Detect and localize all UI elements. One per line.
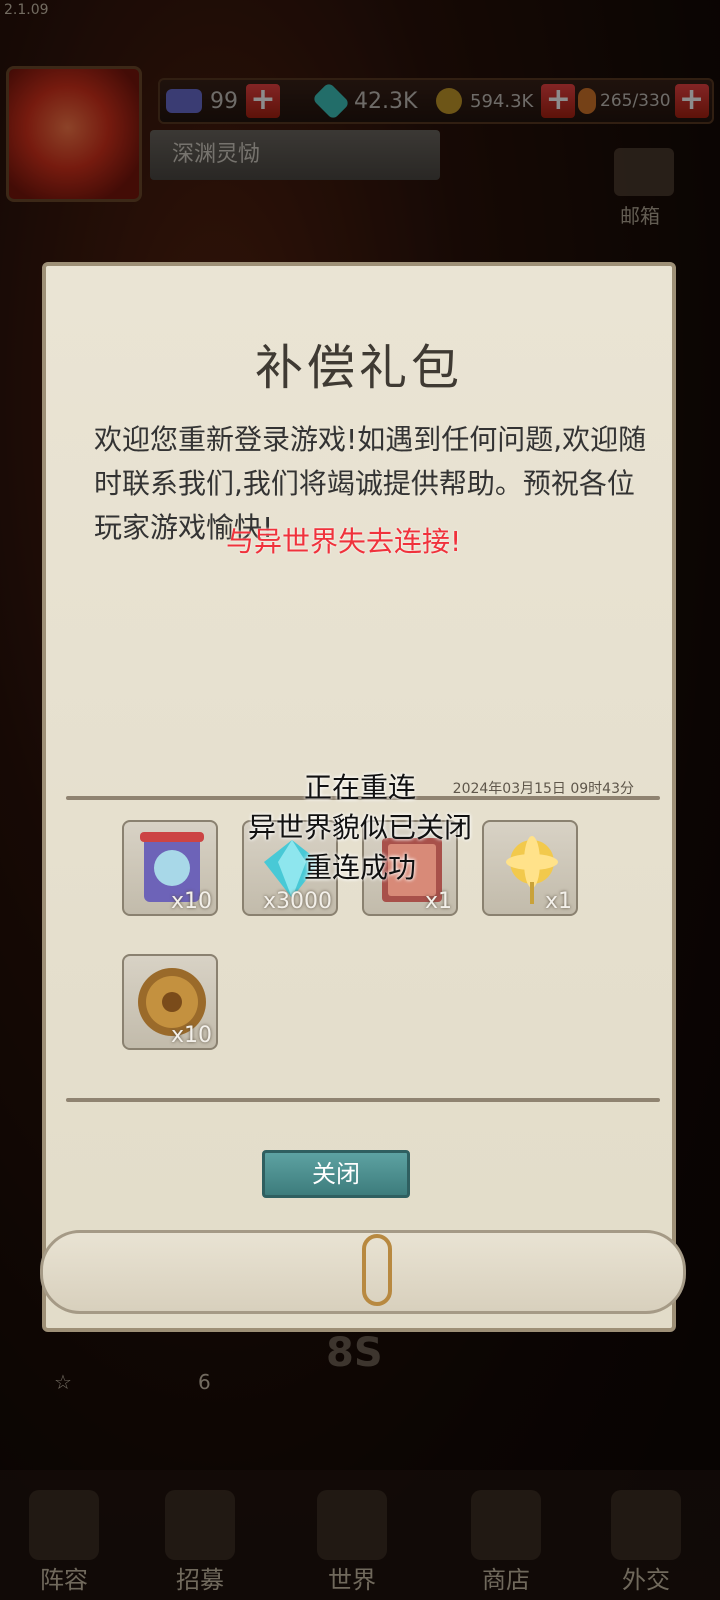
reconnecting-text: 正在重连 [303, 771, 416, 804]
reward-qty: x1 [424, 889, 452, 914]
disconnect-warning: 与异世界失去连接! [226, 525, 462, 558]
close-button[interactable]: 关闭 [262, 1150, 410, 1198]
reward-qty: x10 [170, 889, 212, 914]
reconnect-success-text: 重连成功 [303, 851, 416, 884]
reward-qty: x10 [170, 1023, 212, 1048]
reward-qty: x3000 [262, 889, 332, 914]
reward-item-medal[interactable]: x10 [122, 954, 218, 1050]
reward-qty: x1 [544, 889, 572, 914]
ribbon-tie [362, 1234, 392, 1306]
divider-bottom [66, 1098, 660, 1102]
world-closed-text: 异世界貌似已关闭 [247, 811, 472, 844]
dialog-title: 补偿礼包 [254, 340, 463, 396]
